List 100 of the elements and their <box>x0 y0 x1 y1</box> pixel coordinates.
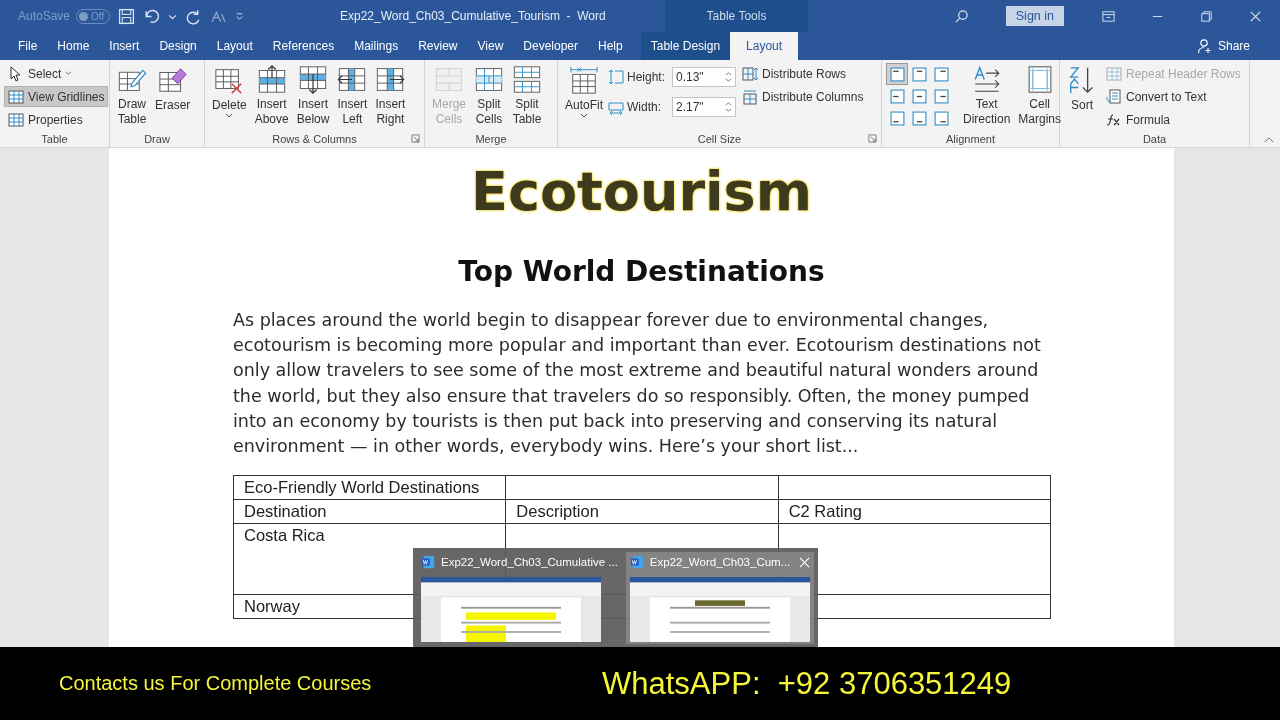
ribbon-button[interactable]: Select <box>4 63 77 84</box>
align-icon <box>933 66 949 82</box>
search-icon[interactable] <box>953 8 969 24</box>
word-app-icon <box>629 555 644 570</box>
share-button[interactable]: Share <box>1190 32 1256 60</box>
collapse-ribbon-icon[interactable] <box>1264 136 1274 143</box>
ribbon-button[interactable]: Sort <box>1064 63 1100 129</box>
table-cell: Destination <box>244 502 327 521</box>
ribbon-button[interactable]: Formula <box>1102 109 1174 130</box>
ribbon-button[interactable]: Distribute Columns <box>738 86 868 107</box>
row-height-icon <box>608 69 624 85</box>
word-app-icon <box>421 555 435 570</box>
table-cell: Costa Rica <box>244 526 325 545</box>
ribbon-display-icon[interactable] <box>1101 8 1116 24</box>
table-cell: C2 Rating <box>788 502 863 521</box>
ribbon-button[interactable]: Text Direction <box>960 63 1014 129</box>
sign-in-button[interactable]: Sign in <box>1005 6 1064 26</box>
ribbon-tab[interactable]: Table Design <box>640 32 731 60</box>
ribbon-button[interactable]: Distribute Rows <box>738 63 851 84</box>
undo-icon[interactable] <box>143 7 161 25</box>
ribbon-tab[interactable]: Help <box>588 32 633 60</box>
ribbon-tab[interactable]: Review <box>408 32 468 60</box>
insert-below-icon <box>298 65 329 94</box>
split-table-icon <box>512 65 542 94</box>
insert-left-icon <box>337 65 368 94</box>
ribbon-button[interactable]: Insert Below <box>293 63 333 129</box>
window-thumbnail[interactable]: Exp22_Word_Ch03_Cumulative ... <box>417 552 622 644</box>
align-icon <box>933 110 949 126</box>
number-field[interactable]: 2.17" <box>672 97 736 117</box>
ribbon-button[interactable]: Split Cells <box>471 63 507 129</box>
ribbon-button[interactable]: Insert Left <box>334 63 371 129</box>
caret-icon <box>225 113 234 119</box>
autofit-icon <box>569 65 599 95</box>
autosave-label: AutoSave <box>18 9 71 23</box>
window-title: Exp22_Word_Ch03_Cumulative_Tourism - Word <box>340 9 606 23</box>
ribbon-button[interactable]: Convert to Text <box>1102 86 1211 107</box>
merge-cells-icon <box>434 65 464 94</box>
ribbon-tab[interactable]: File <box>8 32 48 60</box>
properties-icon <box>8 111 24 128</box>
save-icon[interactable] <box>118 7 136 25</box>
spin-arrows-icon[interactable] <box>725 101 732 113</box>
ribbon-button[interactable]: Insert Above <box>251 63 292 129</box>
banner-text: Contacts us For Complete Courses <box>59 672 373 695</box>
eraser-icon <box>157 65 188 95</box>
ribbon-button[interactable]: Cell Margins <box>1015 63 1065 129</box>
ribbon-button[interactable]: Split Table <box>509 63 545 129</box>
group-label: Table <box>41 133 68 145</box>
convert-icon <box>1106 88 1122 105</box>
ribbon-tab[interactable]: Layout <box>730 32 799 60</box>
distribute-rows-icon <box>742 65 758 82</box>
ribbon-tab[interactable]: Layout <box>206 32 263 60</box>
align-icon <box>889 110 905 126</box>
window-thumbnail[interactable]: Exp22_Word_Ch03_Cum... <box>625 552 814 644</box>
dialog-launcher-icon[interactable] <box>868 134 877 143</box>
ribbon-button[interactable]: Eraser <box>152 63 194 129</box>
group-label: Rows & Columns <box>272 133 357 145</box>
caret-icon <box>65 71 73 76</box>
insert-above-icon <box>256 65 287 94</box>
window-title: Exp22_Word_Ch03_Cum... <box>649 556 791 569</box>
split-cells-icon <box>474 65 504 94</box>
window-title: Exp22_Word_Ch03_Cumulative ... <box>441 556 618 569</box>
ribbon-button[interactable]: Draw Table <box>114 63 150 129</box>
gridlines-icon <box>8 88 24 105</box>
ribbon-tab[interactable]: Design <box>149 32 207 60</box>
ribbon-button[interactable]: AutoFit <box>562 63 606 129</box>
customize-icon[interactable] <box>235 11 245 21</box>
ribbon-tab[interactable]: Developer <box>513 32 588 60</box>
document-subheading: Top World Destinations <box>457 254 826 290</box>
restore-icon[interactable] <box>1199 8 1214 24</box>
document-heading: Ecotourism <box>470 160 813 224</box>
repeat-rows-icon <box>1106 65 1122 82</box>
group-label: Draw <box>144 133 170 145</box>
ribbon-tab[interactable]: Insert <box>99 32 150 60</box>
align-icon <box>889 88 905 104</box>
group-label: Data <box>1142 133 1167 145</box>
banner-text: WhatsAPP: +92 3706351249 <box>602 665 1012 702</box>
contextual-header: Table Tools <box>665 0 808 32</box>
table-cell: Norway <box>244 597 300 616</box>
ribbon-button[interactable]: View Gridlines <box>4 86 109 107</box>
align-icon <box>911 110 927 126</box>
ribbon-tab[interactable]: View <box>467 32 514 60</box>
spin-arrows-icon[interactable] <box>725 71 732 83</box>
align-icon <box>911 88 927 104</box>
number-field[interactable]: 0.13" <box>672 67 736 87</box>
formula-icon <box>1106 111 1122 128</box>
alignment-button[interactable] <box>886 63 908 85</box>
ribbon-tab[interactable]: Mailings <box>344 32 409 60</box>
dialog-launcher-icon[interactable] <box>411 134 420 143</box>
ribbon-button[interactable]: Properties <box>4 109 87 130</box>
field-label: Height: <box>627 70 667 84</box>
ribbon-tab[interactable]: Home <box>47 32 100 60</box>
group-label: Cell Size <box>697 133 742 145</box>
ribbon-button[interactable]: Delete <box>209 63 250 129</box>
ribbon-tab[interactable]: References <box>262 32 345 60</box>
insert-right-icon <box>375 65 406 94</box>
field-label: Width: <box>627 100 663 114</box>
table-cell: Description <box>516 502 599 521</box>
ribbon-button[interactable]: Insert Right <box>372 63 409 129</box>
align-icon <box>911 66 927 82</box>
close-icon[interactable] <box>799 556 810 568</box>
